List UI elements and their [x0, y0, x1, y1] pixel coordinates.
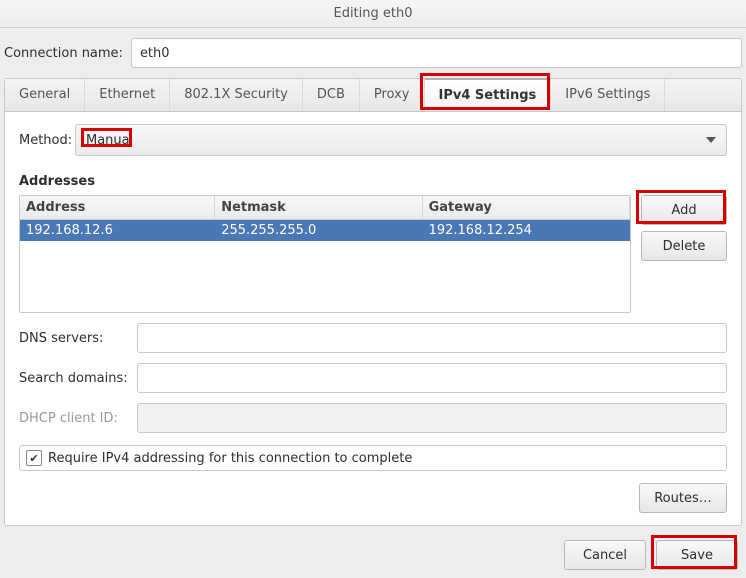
- save-button-label: Save: [681, 548, 713, 563]
- require-ipv4-row[interactable]: ✔ Require IPv4 addressing for this conne…: [19, 445, 727, 471]
- dns-servers-input[interactable]: [137, 323, 727, 353]
- routes-button-label: Routes…: [654, 491, 712, 506]
- cancel-button[interactable]: Cancel: [564, 540, 646, 570]
- dhcp-client-id-label: DHCP client ID:: [19, 411, 137, 426]
- dns-servers-label: DNS servers:: [19, 331, 137, 346]
- window-title: Editing eth0: [0, 0, 746, 28]
- tab-proxy[interactable]: Proxy: [360, 79, 425, 111]
- require-ipv4-checkbox[interactable]: ✔: [26, 450, 42, 466]
- addresses-header-address: Address: [20, 196, 215, 219]
- delete-button-label: Delete: [663, 239, 706, 254]
- method-select-value: Manual: [86, 133, 133, 148]
- addresses-header-gateway: Gateway: [423, 196, 630, 219]
- method-label: Method:: [19, 133, 75, 148]
- connection-name-label: Connection name:: [4, 46, 123, 61]
- dhcp-client-id-input: [137, 403, 727, 433]
- cell-gateway: 192.168.12.254: [423, 220, 630, 241]
- addresses-table[interactable]: Address Netmask Gateway 192.168.12.6255.…: [19, 195, 631, 313]
- add-button-label: Add: [671, 203, 696, 218]
- cell-netmask: 255.255.255.0: [215, 220, 422, 241]
- search-domains-input[interactable]: [137, 363, 727, 393]
- tabbar: GeneralEthernet802.1X SecurityDCBProxyIP…: [5, 79, 741, 112]
- tab-8021x[interactable]: 802.1X Security: [170, 79, 303, 111]
- tab-ipv4[interactable]: IPv4 Settings: [425, 78, 552, 111]
- cancel-button-label: Cancel: [583, 548, 627, 563]
- add-button[interactable]: Add: [641, 195, 727, 225]
- cell-address: 192.168.12.6: [20, 220, 215, 241]
- tab-ethernet[interactable]: Ethernet: [85, 79, 170, 111]
- tab-ipv6[interactable]: IPv6 Settings: [551, 79, 665, 111]
- connection-name-input[interactable]: [131, 38, 742, 68]
- routes-button[interactable]: Routes…: [639, 483, 727, 513]
- delete-button[interactable]: Delete: [641, 231, 727, 261]
- chevron-down-icon: [706, 137, 716, 143]
- addresses-header-netmask: Netmask: [215, 196, 422, 219]
- addresses-section-label: Addresses: [19, 174, 727, 189]
- tab-dcb[interactable]: DCB: [303, 79, 360, 111]
- require-ipv4-label: Require IPv4 addressing for this connect…: [48, 451, 412, 466]
- search-domains-label: Search domains:: [19, 371, 137, 386]
- method-select[interactable]: Manual: [75, 124, 727, 156]
- tab-general[interactable]: General: [5, 79, 85, 111]
- save-button[interactable]: Save: [656, 540, 738, 570]
- table-row[interactable]: 192.168.12.6255.255.255.0192.168.12.254: [20, 220, 630, 241]
